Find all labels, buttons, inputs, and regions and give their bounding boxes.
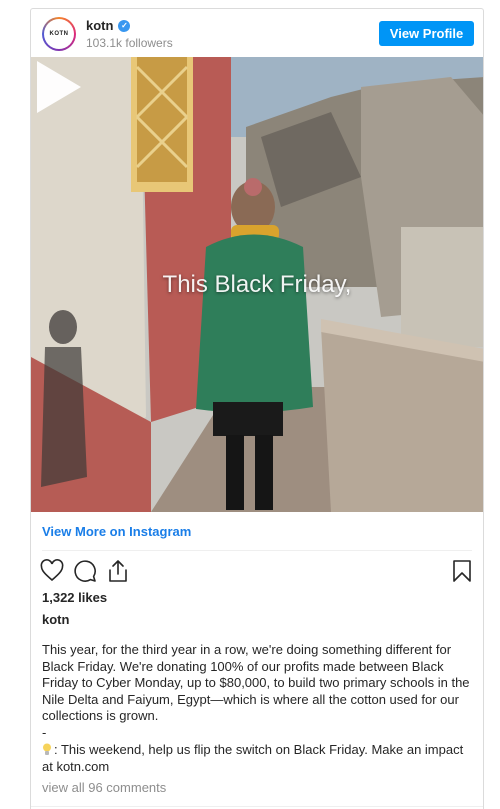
instagram-embed-card: KOTN kotn ✓ 103.1k followers View Profil… [30, 8, 484, 809]
verified-icon: ✓ [118, 19, 131, 32]
avatar-logo: KOTN [44, 19, 74, 49]
view-comments-link[interactable]: view all 96 comments [42, 780, 166, 795]
divider [31, 806, 483, 807]
caption-paragraph-2-row: : This weekend, help us flip the switch … [42, 741, 470, 775]
heart-icon[interactable] [40, 559, 64, 583]
post-header: KOTN kotn ✓ 103.1k followers View Profil… [31, 9, 483, 57]
username[interactable]: kotn [86, 18, 113, 33]
caption-paragraph-2: : This weekend, help us flip the switch … [42, 742, 464, 774]
video-caption-overlay: This Black Friday, [162, 271, 352, 298]
view-profile-button[interactable]: View Profile [379, 21, 474, 46]
video-post[interactable]: This Black Friday, [31, 57, 483, 512]
divider [42, 550, 472, 551]
follower-count: 103.1k followers [86, 36, 173, 50]
comment-icon[interactable] [73, 559, 97, 583]
share-icon[interactable] [106, 559, 130, 583]
post-owner-username[interactable]: kotn [42, 612, 69, 627]
caption-paragraph-1: This year, for the third year in a row, … [42, 642, 470, 723]
play-icon[interactable] [31, 57, 85, 117]
post-caption: This year, for the third year in a row, … [42, 642, 470, 775]
action-bar [40, 559, 474, 583]
username-row: kotn ✓ [86, 18, 131, 33]
lightbulb-icon [43, 743, 51, 755]
avatar[interactable]: KOTN [42, 17, 76, 51]
caption-dash: - [42, 724, 47, 740]
view-more-link[interactable]: View More on Instagram [42, 524, 191, 539]
like-count[interactable]: 1,322 likes [42, 590, 107, 605]
bookmark-icon[interactable] [450, 559, 474, 583]
